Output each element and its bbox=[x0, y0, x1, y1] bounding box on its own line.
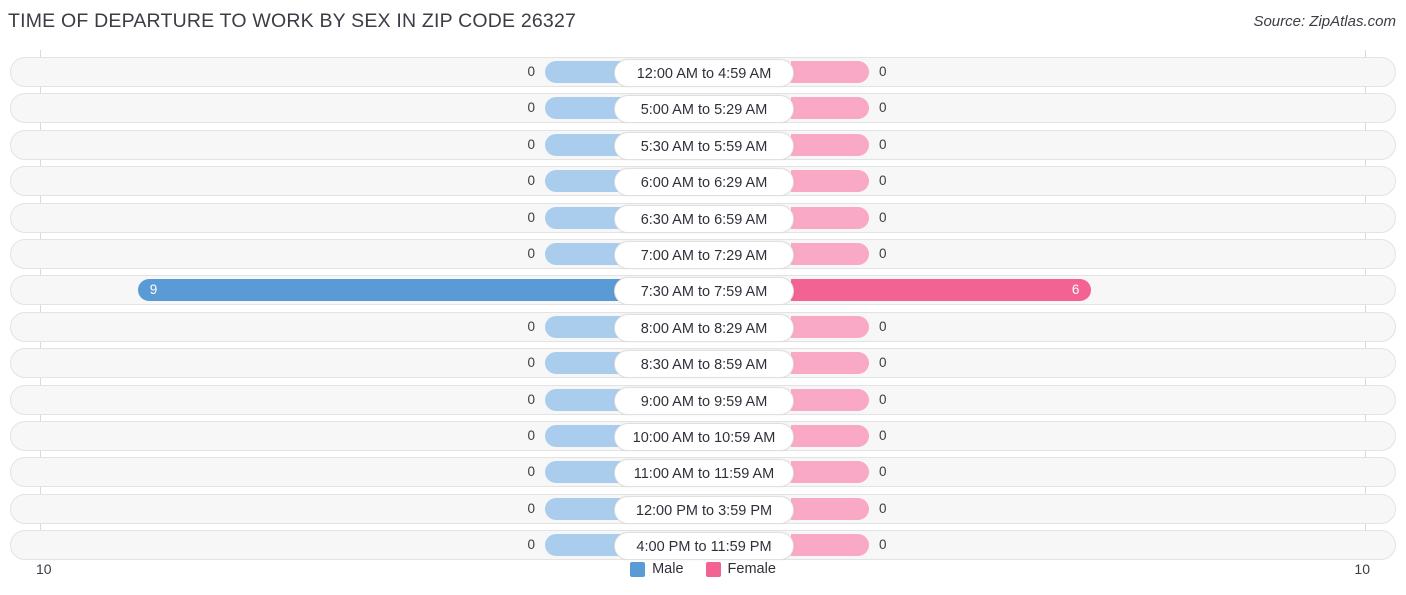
bar-value-female: 0 bbox=[879, 64, 887, 79]
bar-value-male: 0 bbox=[527, 173, 535, 189]
legend-label: Female bbox=[727, 561, 776, 578]
chart-row[interactable]: 0 0 6:30 AM to 6:59 AM bbox=[10, 202, 1396, 233]
chart-plot-area: 0 0 12:00 AM to 4:59 AM 0 0 5:00 AM to 5:29 A… bbox=[0, 50, 1406, 561]
bar-value-female: 0 bbox=[879, 246, 887, 261]
category-label: 8:00 AM to 8:29 AM bbox=[614, 313, 794, 342]
legend-label: Male bbox=[652, 561, 684, 578]
bar-female[interactable] bbox=[791, 315, 869, 338]
legend-swatch-icon bbox=[705, 561, 721, 577]
chart-page: TIME OF DEPARTURE TO WORK BY SEX IN ZIP … bbox=[0, 0, 1406, 595]
bar-value-male: 9 bbox=[149, 282, 158, 298]
bar-female[interactable] bbox=[791, 61, 869, 83]
legend-swatch-icon bbox=[630, 561, 646, 577]
bar-value-female: 0 bbox=[879, 500, 887, 516]
category-label: 5:00 AM to 5:29 AM bbox=[614, 95, 794, 124]
category-label: 12:00 AM to 4:59 AM bbox=[614, 59, 794, 87]
chart-legend: Male Female bbox=[0, 561, 1406, 577]
bar-female[interactable] bbox=[791, 352, 869, 375]
chart-row[interactable]: 0 0 8:30 AM to 8:59 AM bbox=[10, 348, 1396, 379]
bar-value-female: 0 bbox=[879, 428, 887, 443]
bar-female[interactable] bbox=[791, 170, 869, 193]
page-title: TIME OF DEPARTURE TO WORK BY SEX IN ZIP … bbox=[8, 10, 577, 32]
bar-female[interactable] bbox=[791, 425, 869, 447]
category-label: 5:30 AM to 5:59 AM bbox=[614, 131, 794, 160]
chart-row[interactable]: 0 0 8:00 AM to 8:29 AM bbox=[10, 311, 1396, 342]
bar-value-male: 0 bbox=[527, 464, 535, 480]
bar-value-male: 0 bbox=[527, 136, 535, 152]
bar-value-male: 0 bbox=[527, 209, 535, 225]
category-label: 8:30 AM to 8:59 AM bbox=[614, 350, 794, 379]
bar-female[interactable] bbox=[791, 388, 869, 411]
bar-female[interactable] bbox=[791, 243, 869, 265]
bar-male[interactable]: 9 bbox=[137, 279, 626, 302]
bar-female[interactable]: 6 bbox=[791, 279, 1092, 302]
category-label: 12:00 PM to 3:59 PM bbox=[614, 495, 794, 524]
chart-row[interactable]: 0 0 5:30 AM to 5:59 AM bbox=[10, 129, 1396, 160]
bar-value-male: 0 bbox=[527, 428, 535, 443]
chart-footer: 10 10 Male Female bbox=[0, 556, 1406, 595]
bar-value-female: 0 bbox=[879, 209, 887, 225]
category-label: 7:30 AM to 7:59 AM bbox=[614, 277, 794, 306]
bar-value-male: 0 bbox=[527, 318, 535, 334]
chart-row[interactable]: 0 0 7:00 AM to 7:29 AM bbox=[10, 239, 1396, 269]
source-attribution: Source: ZipAtlas.com bbox=[1253, 13, 1396, 30]
bar-female[interactable] bbox=[791, 461, 869, 484]
bar-value-male: 0 bbox=[527, 100, 535, 116]
bar-value-male: 0 bbox=[527, 355, 535, 371]
chart-row[interactable]: 0 0 12:00 AM to 4:59 AM bbox=[10, 57, 1396, 87]
bar-value-female: 0 bbox=[879, 173, 887, 189]
chart-row[interactable]: 0 0 11:00 AM to 11:59 AM bbox=[10, 457, 1396, 488]
bar-female[interactable] bbox=[791, 534, 869, 557]
category-label: 10:00 AM to 10:59 AM bbox=[614, 423, 794, 451]
bar-value-female: 0 bbox=[879, 100, 887, 116]
legend-item[interactable]: Male bbox=[630, 561, 684, 578]
chart-row[interactable]: 0 0 9:00 AM to 9:59 AM bbox=[10, 384, 1396, 415]
bar-female[interactable] bbox=[791, 206, 869, 229]
bar-value-female: 0 bbox=[879, 318, 887, 334]
bar-female[interactable] bbox=[791, 97, 869, 120]
bar-value-male: 0 bbox=[527, 537, 535, 553]
category-label: 9:00 AM to 9:59 AM bbox=[614, 386, 794, 415]
legend-item[interactable]: Female bbox=[705, 561, 776, 578]
category-label: 6:00 AM to 6:29 AM bbox=[614, 168, 794, 197]
bar-value-female: 0 bbox=[879, 391, 887, 407]
category-label: 11:00 AM to 11:59 AM bbox=[614, 459, 794, 488]
bar-value-female: 6 bbox=[1071, 282, 1080, 298]
category-label: 7:00 AM to 7:29 AM bbox=[614, 241, 794, 269]
chart-row[interactable]: 9 6 7:30 AM to 7:59 AM bbox=[10, 275, 1396, 306]
chart-row[interactable]: 0 0 6:00 AM to 6:29 AM bbox=[10, 166, 1396, 197]
bar-value-female: 0 bbox=[879, 464, 887, 480]
bar-value-male: 0 bbox=[527, 500, 535, 516]
bar-value-female: 0 bbox=[879, 136, 887, 152]
chart-row[interactable]: 0 0 12:00 PM to 3:59 PM bbox=[10, 493, 1396, 524]
bar-value-female: 0 bbox=[879, 355, 887, 371]
bar-value-male: 0 bbox=[527, 64, 535, 79]
bar-value-male: 0 bbox=[527, 246, 535, 261]
bar-value-male: 0 bbox=[527, 391, 535, 407]
chart-row[interactable]: 0 0 5:00 AM to 5:29 AM bbox=[10, 93, 1396, 124]
chart-header: TIME OF DEPARTURE TO WORK BY SEX IN ZIP … bbox=[0, 0, 1406, 46]
bar-value-female: 0 bbox=[879, 537, 887, 553]
bar-female[interactable] bbox=[791, 497, 869, 520]
category-label: 6:30 AM to 6:59 AM bbox=[614, 204, 794, 233]
bar-female[interactable] bbox=[791, 133, 869, 156]
chart-row[interactable]: 0 0 10:00 AM to 10:59 AM bbox=[10, 421, 1396, 451]
